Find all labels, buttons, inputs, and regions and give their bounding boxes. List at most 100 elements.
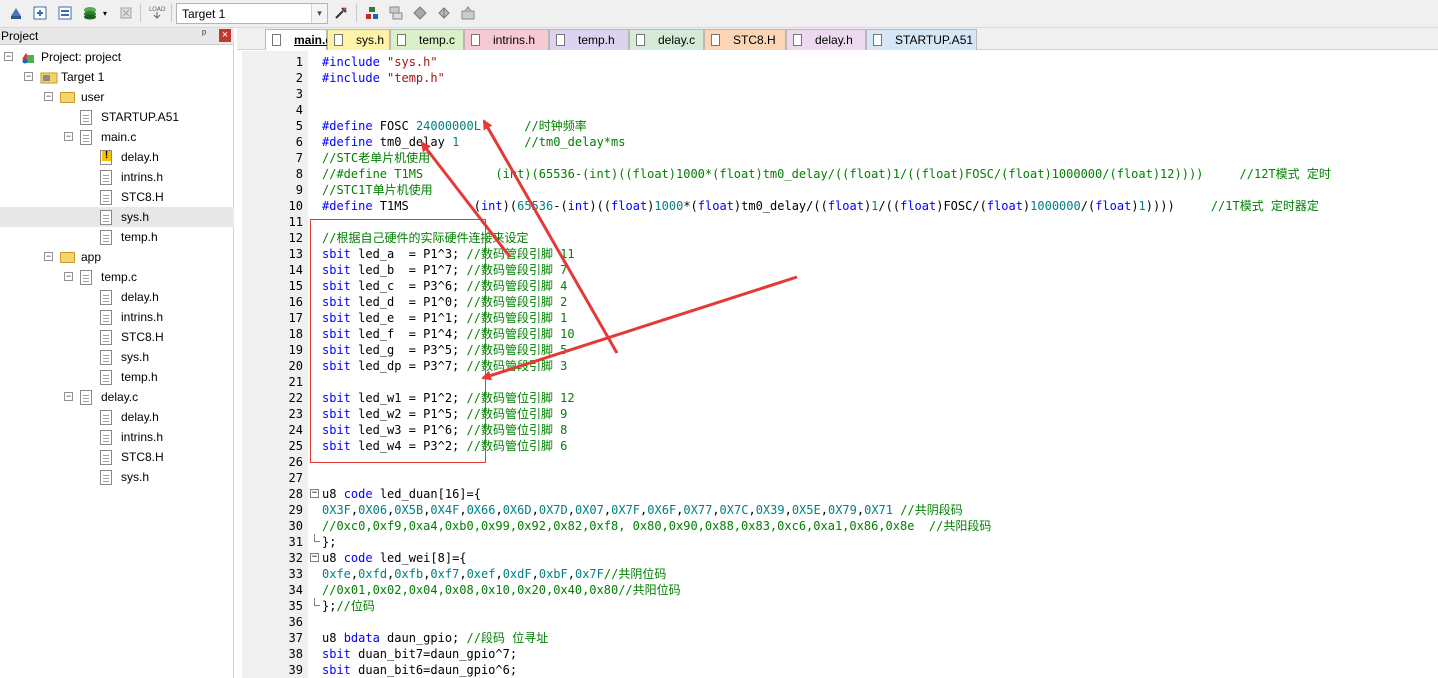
code-line[interactable]: 9 //STC1T单片机使用 (237, 182, 1438, 198)
close-icon[interactable]: × (219, 29, 231, 42)
pin-icon[interactable]: ᵖ (202, 28, 206, 40)
tree-item[interactable]: temp.h (0, 367, 234, 387)
code-line[interactable]: 38 sbit duan_bit7=daun_gpio^7; (237, 646, 1438, 662)
tree-item[interactable]: − Target 1 (0, 67, 234, 87)
code-line[interactable]: 32− u8 code led_wei[8]={ (237, 550, 1438, 566)
tree-item[interactable]: intrins.h (0, 167, 234, 187)
collapse-icon[interactable]: − (64, 132, 73, 141)
tree-item[interactable]: intrins.h (0, 307, 234, 327)
code-line[interactable]: 5 #define FOSC 24000000L //时钟频率 (237, 118, 1438, 134)
tree-item[interactable]: STC8.H (0, 187, 234, 207)
tree-item[interactable]: − temp.c (0, 267, 234, 287)
fold-collapse-icon[interactable]: − (310, 553, 319, 562)
tree-item[interactable]: STC8.H (0, 327, 234, 347)
fold-end-marker (314, 598, 320, 606)
tree-item[interactable]: intrins.h (0, 427, 234, 447)
tree-item-label: intrins.h (121, 430, 164, 444)
line-number: 21 (288, 375, 303, 389)
line-number: 14 (288, 263, 303, 277)
manage-components-icon[interactable] (362, 3, 382, 23)
code-line[interactable]: 36 (237, 614, 1438, 630)
tree-item[interactable]: − delay.c (0, 387, 234, 407)
code-text: //STC1T单片机使用 (322, 183, 433, 197)
tree-item[interactable]: − user (0, 87, 234, 107)
code-line[interactable]: 35};//位码 (237, 598, 1438, 614)
pack-installer-icon[interactable] (434, 3, 454, 23)
tab-main-c[interactable]: main.c (265, 29, 332, 50)
tab-temp-c[interactable]: temp.c (390, 29, 464, 50)
target-options-icon[interactable] (331, 3, 351, 23)
code-line[interactable]: 31}; (237, 534, 1438, 550)
target-select[interactable]: Target 1 ▾ (176, 3, 328, 24)
warning-file-icon (100, 150, 112, 165)
line-number: 34 (288, 583, 303, 597)
load-icon[interactable] (458, 3, 478, 23)
line-number: 32 (288, 551, 303, 565)
tree-item[interactable]: − Project: project (0, 47, 234, 67)
code-line[interactable]: 29 0X3F,0X06,0X5B,0X4F,0X66,0X6D,0X7D,0X0… (237, 502, 1438, 518)
file-icon (100, 410, 112, 425)
tab-startup-a51[interactable]: STARTUP.A51 (866, 29, 977, 50)
code-line[interactable]: 1 #include "sys.h" (237, 54, 1438, 70)
code-line[interactable]: 10 #define T1MS (int)(65536-(int)((float)… (237, 198, 1438, 214)
line-number: 35 (288, 599, 303, 613)
tree-item-label: temp.c (101, 270, 138, 284)
code-line[interactable]: 34 //0x01,0x02,0x04,0x08,0x10,0x20,0x40,0… (237, 582, 1438, 598)
batch-build-icon[interactable] (80, 3, 100, 23)
tree-item[interactable]: delay.h (0, 407, 234, 427)
tree-item[interactable]: sys.h (0, 347, 234, 367)
collapse-icon[interactable]: − (24, 72, 33, 81)
stop-build-icon[interactable] (116, 3, 136, 23)
tab-sys-h[interactable]: sys.h (327, 29, 390, 50)
project-icon (20, 49, 36, 65)
code-line[interactable]: 8 //#define T1MS (int)(65536-(int)((float… (237, 166, 1438, 182)
tree-item[interactable]: sys.h (0, 207, 234, 227)
tree-item[interactable]: − app (0, 247, 234, 267)
fold-collapse-icon[interactable]: − (310, 489, 319, 498)
build-icon[interactable] (30, 3, 50, 23)
code-line[interactable]: 6 #define tm0_delay 1 //tm0_delay*ms (237, 134, 1438, 150)
code-line[interactable]: 39 sbit duan_bit6=daun_gpio^6; (237, 662, 1438, 678)
line-number: 31 (288, 535, 303, 549)
code-line[interactable]: 30 //0xc0,0xf9,0xa4,0xb0,0x99,0x92,0x82,0… (237, 518, 1438, 534)
line-number: 6 (295, 135, 303, 149)
collapse-icon[interactable]: − (64, 392, 73, 401)
collapse-icon[interactable]: − (44, 92, 53, 101)
tree-item-label: STC8.H (121, 190, 164, 204)
tab-intrins-h[interactable]: intrins.h (464, 29, 549, 50)
toolbar-separator (356, 4, 357, 22)
line-number: 36 (288, 615, 303, 629)
collapse-icon[interactable]: − (64, 272, 73, 281)
tree-item[interactable]: delay.h (0, 147, 234, 167)
code-line[interactable]: 4 (237, 102, 1438, 118)
code-line[interactable]: 7 //STC老单片机使用 (237, 150, 1438, 166)
file-extensions-icon[interactable] (386, 3, 406, 23)
code-line[interactable]: 27 (237, 470, 1438, 486)
download-icon[interactable]: LOAD (147, 3, 167, 23)
code-line[interactable]: 33 0xfe,0xfd,0xfb,0xf7,0xef,0xdF,0xbF,0x7… (237, 566, 1438, 582)
tab-temp-h[interactable]: temp.h (549, 29, 629, 50)
code-line[interactable]: 2 #include "temp.h" (237, 70, 1438, 86)
collapse-icon[interactable]: − (4, 52, 13, 61)
tree-item[interactable]: STC8.H (0, 447, 234, 467)
file-icon (397, 34, 406, 46)
tree-item[interactable]: sys.h (0, 467, 234, 487)
tree-item[interactable]: temp.h (0, 227, 234, 247)
tree-item[interactable]: delay.h (0, 287, 234, 307)
chevron-down-icon[interactable]: ▾ (100, 3, 110, 23)
select-pack-icon[interactable] (410, 3, 430, 23)
collapse-icon[interactable]: − (44, 252, 53, 261)
code-line[interactable]: 37 u8 bdata daun_gpio; //段码 位寻址 (237, 630, 1438, 646)
tab-delay-c[interactable]: delay.c (629, 29, 704, 50)
rebuild-icon[interactable] (55, 3, 75, 23)
tree-item[interactable]: STARTUP.A51 (0, 107, 234, 127)
tree-item[interactable]: − main.c (0, 127, 234, 147)
code-line[interactable]: 28− u8 code led_duan[16]={ (237, 486, 1438, 502)
translate-icon[interactable] (6, 3, 26, 23)
tab-delay-h[interactable]: delay.h (786, 29, 866, 50)
code-text: #define T1MS (int)(65536-(int)((float)10… (322, 199, 1319, 213)
target-icon (40, 70, 58, 86)
line-number: 18 (288, 327, 303, 341)
tab-stc8-h[interactable]: STC8.H (704, 29, 786, 50)
code-line[interactable]: 3 (237, 86, 1438, 102)
